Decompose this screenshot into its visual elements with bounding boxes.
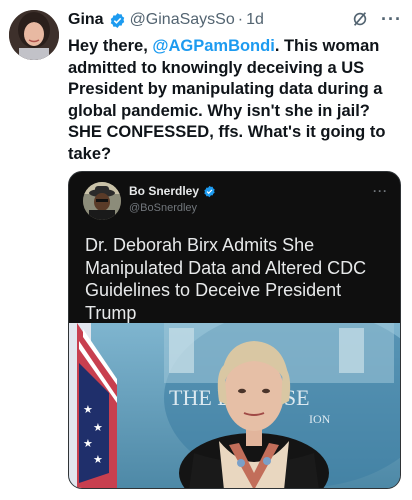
- more-icon[interactable]: ···: [381, 10, 402, 28]
- verified-badge-icon: [109, 12, 126, 29]
- grok-icon[interactable]: [351, 10, 369, 28]
- quoted-author-handle[interactable]: @BoSnerdley: [129, 202, 197, 214]
- quoted-author-name-row: Bo Snerdley: [129, 184, 216, 198]
- tweet-time[interactable]: 1d: [246, 11, 264, 29]
- quoted-tweet[interactable]: Bo Snerdley @BoSnerdley ··· Dr. Deborah …: [68, 171, 401, 489]
- tweet-text-before: Hey there,: [68, 37, 153, 55]
- header-actions: ···: [351, 10, 402, 28]
- author-handle[interactable]: @GinaSaysSo: [130, 11, 235, 29]
- quoted-author-name[interactable]: Bo Snerdley: [129, 184, 199, 198]
- tweet-text-after: . This woman admitted to knowingly decei…: [68, 37, 386, 163]
- quoted-author-avatar[interactable]: [83, 182, 121, 220]
- quoted-tweet-image[interactable]: THE E HOUSE ION ★ ★ ★ ★: [69, 323, 400, 488]
- author-name[interactable]: Gina: [68, 11, 104, 29]
- mention-link[interactable]: @AGPamBondi: [152, 37, 274, 55]
- svg-text:★: ★: [93, 454, 103, 466]
- author-avatar[interactable]: [9, 10, 59, 60]
- separator-dot: ·: [237, 11, 244, 28]
- verified-badge-icon: [203, 185, 216, 198]
- tweet-text: Hey there, @AGPamBondi. This woman admit…: [68, 36, 404, 165]
- more-icon[interactable]: ···: [373, 184, 388, 198]
- svg-text:★: ★: [83, 438, 93, 450]
- quoted-tweet-text: Dr. Deborah Birx Admits She Manipulated …: [85, 235, 367, 323]
- svg-text:★: ★: [83, 404, 93, 416]
- image-sign-sub: ION: [309, 412, 331, 426]
- tweet-header: Gina @GinaSaysSo · 1d ···: [68, 10, 402, 30]
- svg-text:★: ★: [93, 422, 103, 434]
- tweet[interactable]: Gina @GinaSaysSo · 1d ··· Hey there, @AG…: [0, 0, 412, 500]
